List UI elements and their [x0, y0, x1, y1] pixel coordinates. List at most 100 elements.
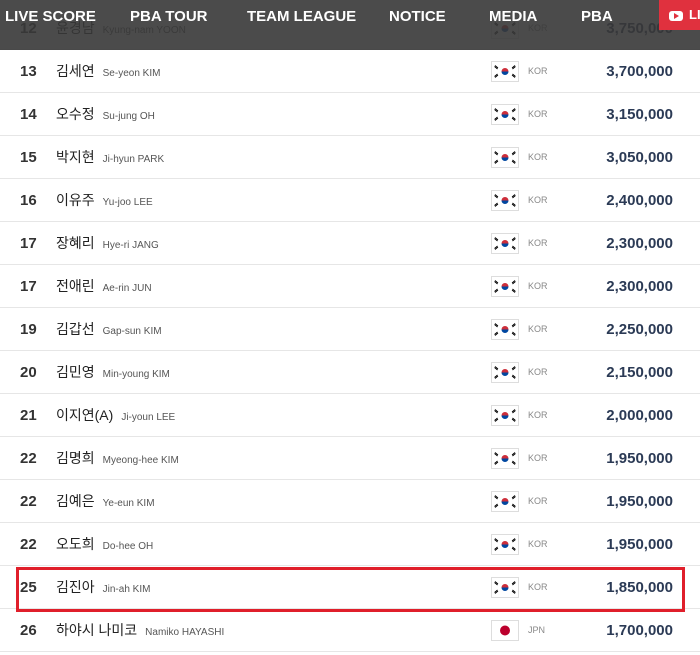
country-code: KOR: [528, 66, 548, 76]
player-name-english: Su-jung OH: [102, 111, 155, 122]
player-name-korean[interactable]: 이지연(A) Ji-youn LEE: [56, 394, 175, 439]
table-row: 15 박지현 Ji-hyun PARK KOR 3,050,000: [0, 136, 700, 179]
prize-money: 2,300,000: [606, 235, 673, 252]
player-name-korean[interactable]: 전애린 Ae-rin JUN: [56, 265, 152, 310]
table-row: 25 김진아 Jin-ah KIM KOR 1,850,000: [0, 566, 700, 609]
rank-number: 21: [20, 407, 37, 424]
korea-flag-icon: [491, 233, 519, 254]
player-name-english: Do-hee OH: [102, 541, 154, 552]
youtube-live-button[interactable]: LI: [659, 0, 700, 30]
player-name-english: Myeong-hee KIM: [102, 455, 179, 466]
table-row: 21 이지연(A) Ji-youn LEE KOR 2,000,000: [0, 394, 700, 437]
rank-number: 16: [20, 192, 37, 209]
table-row: 14 오수정 Su-jung OH KOR 3,150,000: [0, 93, 700, 136]
table-row: 17 장혜리 Hye-ri JANG KOR 2,300,000: [0, 222, 700, 265]
player-name-korean[interactable]: 김명희 Myeong-hee KIM: [56, 437, 179, 482]
player-name-english: Ji-youn LEE: [121, 412, 176, 423]
country-code: KOR: [528, 109, 548, 119]
rank-number: 17: [20, 278, 37, 295]
prize-money: 2,400,000: [606, 192, 673, 209]
table-row: 20 김민영 Min-young KIM KOR 2,150,000: [0, 351, 700, 394]
player-name-english: Hye-ri JANG: [102, 240, 159, 251]
prize-money: 2,000,000: [606, 407, 673, 424]
korea-flag-icon: [491, 190, 519, 211]
prize-money: 1,950,000: [606, 450, 673, 467]
korea-flag-icon: [491, 276, 519, 297]
rank-number: 14: [20, 106, 37, 123]
country-code: KOR: [528, 324, 548, 334]
country-code: JPN: [528, 625, 546, 635]
prize-money: 3,700,000: [606, 63, 673, 80]
table-row: 13 김세연 Se-yeon KIM KOR 3,700,000: [0, 50, 700, 93]
player-name-korean[interactable]: 하야시 나미코 Namiko HAYASHI: [56, 609, 224, 654]
korea-flag-icon: [491, 362, 519, 383]
player-name-english: Ji-hyun PARK: [102, 154, 165, 165]
country-code: KOR: [528, 453, 548, 463]
rank-number: 17: [20, 235, 37, 252]
player-name-korean[interactable]: 김진아 Jin-ah KIM: [56, 566, 150, 611]
country-code: KOR: [528, 410, 548, 420]
japan-flag-icon: [491, 620, 519, 641]
player-name-korean[interactable]: 오수정 Su-jung OH: [56, 93, 155, 138]
nav-media[interactable]: MEDIA: [489, 0, 537, 33]
korea-flag-icon: [491, 534, 519, 555]
player-name-korean[interactable]: 김갑선 Gap-sun KIM: [56, 308, 162, 353]
nav-live-score[interactable]: LIVE SCORE: [5, 0, 96, 33]
country-code: KOR: [528, 152, 548, 162]
korea-flag-icon: [491, 147, 519, 168]
rank-number: 13: [20, 63, 37, 80]
table-row: 26 하야시 나미코 Namiko HAYASHI JPN 1,700,000: [0, 609, 700, 652]
korea-flag-icon: [491, 405, 519, 426]
player-name-english: Min-young KIM: [102, 369, 170, 380]
country-code: KOR: [528, 281, 548, 291]
prize-money: 3,150,000: [606, 106, 673, 123]
prize-money: 2,150,000: [606, 364, 673, 381]
player-name-korean[interactable]: 박지현 Ji-hyun PARK: [56, 136, 164, 181]
player-name-korean[interactable]: 김예은 Ye-eun KIM: [56, 480, 155, 525]
table-row: 17 전애린 Ae-rin JUN KOR 2,300,000: [0, 265, 700, 308]
country-code: KOR: [528, 496, 548, 506]
rank-number: 25: [20, 579, 37, 596]
prize-money: 1,700,000: [606, 622, 673, 639]
nav-pba[interactable]: PBA: [581, 0, 613, 33]
korea-flag-icon: [491, 577, 519, 598]
rank-number: 22: [20, 536, 37, 553]
prize-money: 1,950,000: [606, 493, 673, 510]
korea-flag-icon: [491, 319, 519, 340]
player-name-korean[interactable]: 김민영 Min-young KIM: [56, 351, 170, 396]
player-name-korean[interactable]: 오도희 Do-hee OH: [56, 523, 153, 568]
rank-number: 20: [20, 364, 37, 381]
country-code: KOR: [528, 539, 548, 549]
player-name-english: Jin-ah KIM: [102, 584, 151, 595]
prize-money: 2,300,000: [606, 278, 673, 295]
rank-number: 26: [20, 622, 37, 639]
rank-number: 22: [20, 493, 37, 510]
prize-money: 2,250,000: [606, 321, 673, 338]
nav-pba-tour[interactable]: PBA TOUR: [130, 0, 208, 33]
prize-money: 1,850,000: [606, 579, 673, 596]
table-row: 19 김갑선 Gap-sun KIM KOR 2,250,000: [0, 308, 700, 351]
player-name-korean[interactable]: 장혜리 Hye-ri JANG: [56, 222, 159, 267]
nav-team-league[interactable]: TEAM LEAGUE: [247, 0, 356, 33]
player-name-english: Namiko HAYASHI: [145, 627, 225, 638]
player-name-english: Ye-eun KIM: [102, 498, 155, 509]
top-nav: LIVE SCORE PBA TOUR TEAM LEAGUE NOTICE M…: [0, 0, 700, 50]
korea-flag-icon: [491, 448, 519, 469]
youtube-icon: [669, 11, 683, 21]
player-name-english: Yu-joo LEE: [102, 197, 153, 208]
table-row: 22 김명희 Myeong-hee KIM KOR 1,950,000: [0, 437, 700, 480]
nav-notice[interactable]: NOTICE: [389, 0, 446, 33]
table-row: 16 이유주 Yu-joo LEE KOR 2,400,000: [0, 179, 700, 222]
prize-money: 1,950,000: [606, 536, 673, 553]
youtube-live-label: LI: [689, 7, 700, 22]
player-name-korean[interactable]: 이유주 Yu-joo LEE: [56, 179, 153, 224]
table-row: 22 오도희 Do-hee OH KOR 1,950,000: [0, 523, 700, 566]
country-code: KOR: [528, 367, 548, 377]
korea-flag-icon: [491, 491, 519, 512]
country-code: KOR: [528, 238, 548, 248]
rank-number: 22: [20, 450, 37, 467]
korea-flag-icon: [491, 104, 519, 125]
korea-flag-icon: [491, 61, 519, 82]
country-code: KOR: [528, 195, 548, 205]
player-name-korean[interactable]: 김세연 Se-yeon KIM: [56, 50, 160, 95]
